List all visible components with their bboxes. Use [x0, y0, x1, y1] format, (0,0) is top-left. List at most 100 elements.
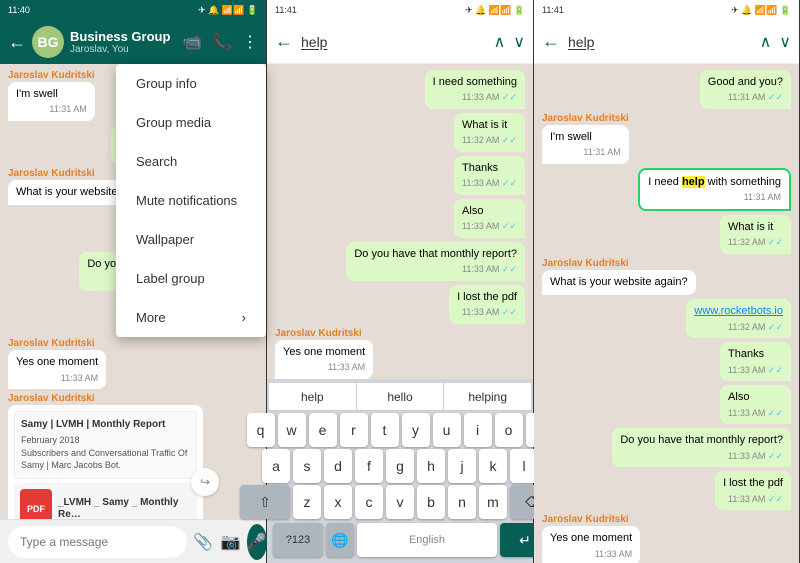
msg-text: Thanks	[462, 161, 517, 176]
header-action-icons-1[interactable]: 📹 📞 ⋮	[182, 32, 258, 52]
back-button-2[interactable]: ←	[275, 31, 293, 52]
key-123[interactable]: ?123	[273, 523, 323, 557]
msg-what-is-it: What is it 11:32 AM ✓✓	[454, 113, 525, 152]
key-s[interactable]: s	[293, 449, 321, 483]
key-w[interactable]: w	[278, 413, 306, 447]
msg-time: 11:33 AM ✓✓	[354, 263, 517, 276]
msg-text: I'm swell	[16, 87, 87, 102]
video-call-icon[interactable]: 📹	[182, 32, 202, 52]
msg-bubble: www.rocketbots.io 11:32 AM ✓✓	[686, 299, 791, 338]
suggestion-helping[interactable]: helping	[444, 383, 531, 410]
key-q[interactable]: q	[247, 413, 275, 447]
msg-bubble: Also 11:33 AM ✓✓	[454, 199, 525, 238]
status-bar-3: 11:41 ✈ 🔔 📶📶 🔋	[534, 0, 799, 20]
msg-bubble: I'm swell 11:31 AM	[542, 125, 629, 164]
menu-wallpaper[interactable]: Wallpaper	[116, 220, 266, 259]
msg-bubble: I'm swell 11:31 AM	[8, 82, 95, 121]
msg-time: 11:33 AM ✓✓	[462, 220, 517, 233]
key-m[interactable]: m	[479, 485, 507, 519]
doc-title: _LVMH _ Samy _ Monthly Re…	[58, 497, 191, 519]
panel-2: 11:41 ✈ 🔔 📶📶 🔋 ← ∧ ∨ I need something 11…	[267, 0, 534, 563]
key-g[interactable]: g	[386, 449, 414, 483]
msg-text: I need help with something	[648, 175, 781, 190]
msg-good-3: Good and you? 11:31 AM ✓✓	[700, 70, 791, 109]
key-j[interactable]: j	[448, 449, 476, 483]
key-u[interactable]: u	[433, 413, 461, 447]
key-h[interactable]: h	[417, 449, 445, 483]
search-up-icon[interactable]: ∧	[494, 32, 506, 52]
msg-bubble: Yes one moment 11:33 AM	[542, 526, 640, 563]
msg-also-2: Also 11:33 AM ✓✓	[454, 199, 525, 238]
back-button-1[interactable]: ←	[8, 32, 26, 53]
key-y[interactable]: y	[402, 413, 430, 447]
suggestion-hello[interactable]: hello	[357, 383, 445, 410]
search-input-3[interactable]	[568, 34, 752, 50]
key-d[interactable]: d	[324, 449, 352, 483]
key-i[interactable]: i	[464, 413, 492, 447]
search-highlight: help	[682, 176, 705, 188]
msg-received-1: Jaroslav Kudritski I'm swell 11:31 AM	[8, 70, 95, 121]
mic-button-1[interactable]: 🎤	[247, 524, 267, 560]
key-k[interactable]: k	[479, 449, 507, 483]
sender-name: Jaroslav Kudritski	[8, 70, 95, 81]
forward-button[interactable]: ↪	[191, 468, 219, 496]
input-bar-1: 📎 📷 🎤	[0, 519, 266, 563]
key-a[interactable]: a	[262, 449, 290, 483]
key-e[interactable]: e	[309, 413, 337, 447]
key-r[interactable]: r	[340, 413, 368, 447]
msg-text: What is your website again?	[550, 275, 688, 290]
msg-time: 11:32 AM ✓✓	[728, 236, 783, 249]
menu-more[interactable]: More ›	[116, 298, 266, 337]
menu-group-media[interactable]: Group media	[116, 103, 266, 142]
msg-bubble: What is your website again?	[542, 270, 696, 295]
search-down-icon[interactable]: ∨	[513, 32, 525, 52]
msg-bubble: Thanks 11:33 AM ✓✓	[720, 342, 791, 381]
key-c[interactable]: c	[355, 485, 383, 519]
msg-time: 11:33 AM ✓✓	[728, 407, 783, 420]
msg-bubble: I lost the pdf 11:33 AM ✓✓	[715, 471, 791, 510]
menu-mute[interactable]: Mute notifications	[116, 181, 266, 220]
msg-time: 11:33 AM	[283, 361, 365, 374]
search-down-icon-3[interactable]: ∨	[779, 32, 791, 52]
kb-suggestions: help hello helping	[269, 383, 531, 411]
key-b[interactable]: b	[417, 485, 445, 519]
message-input-1[interactable]	[8, 526, 187, 558]
msg-text: Yes one moment	[550, 531, 632, 546]
key-v[interactable]: v	[386, 485, 414, 519]
key-globe[interactable]: 🌐	[326, 523, 354, 557]
search-up-icon-3[interactable]: ∧	[760, 32, 772, 52]
status-bar-1: 11:40 ✈ 🔔 📶📶 🔋	[0, 0, 266, 20]
key-o[interactable]: o	[495, 413, 523, 447]
camera-icon[interactable]: 📷	[221, 532, 241, 552]
phone-icon[interactable]: 📞	[212, 32, 232, 52]
key-x[interactable]: x	[324, 485, 352, 519]
key-space[interactable]: English	[357, 523, 497, 557]
key-z[interactable]: z	[293, 485, 321, 519]
back-button-3[interactable]: ←	[542, 31, 560, 52]
group-name: Business Group	[70, 29, 176, 45]
doc-thumb-subtitle: February 2018	[21, 434, 190, 447]
msg-text: Good and you?	[708, 75, 783, 90]
search-input-2[interactable]	[301, 34, 486, 50]
key-f[interactable]: f	[355, 449, 383, 483]
msg-bubble: Do you have that monthly report? 11:33 A…	[346, 242, 525, 281]
menu-group-info[interactable]: Group info	[116, 64, 266, 103]
doc-thumb-title: Samy | LVMH | Monthly Report	[21, 418, 190, 432]
suggestion-help[interactable]: help	[269, 383, 357, 410]
attach-icon[interactable]: 📎	[193, 532, 213, 552]
sender-name: Jaroslav Kudritski	[542, 113, 629, 124]
menu-label[interactable]: Label group	[116, 259, 266, 298]
sender-name: Jaroslav Kudritski	[8, 393, 203, 404]
chat-body-2: I need something 11:33 AM ✓✓ What is it …	[267, 64, 533, 379]
key-n[interactable]: n	[448, 485, 476, 519]
more-options-icon[interactable]: ⋮	[242, 32, 258, 52]
key-shift[interactable]: ⇧	[240, 485, 290, 519]
doc-attachment[interactable]: PDF _LVMH _ Samy _ Monthly Re…	[14, 483, 197, 519]
msg-time: 11:31 AM	[16, 103, 87, 116]
menu-search[interactable]: Search	[116, 142, 266, 181]
msg-swell-3: Jaroslav Kudritski I'm swell 11:31 AM	[542, 113, 629, 164]
key-t[interactable]: t	[371, 413, 399, 447]
status-bar-2: 11:41 ✈ 🔔 📶📶 🔋	[267, 0, 533, 20]
search-nav-2: ∧ ∨	[494, 32, 525, 52]
msg-bubble: I need something 11:33 AM ✓✓	[425, 70, 525, 109]
